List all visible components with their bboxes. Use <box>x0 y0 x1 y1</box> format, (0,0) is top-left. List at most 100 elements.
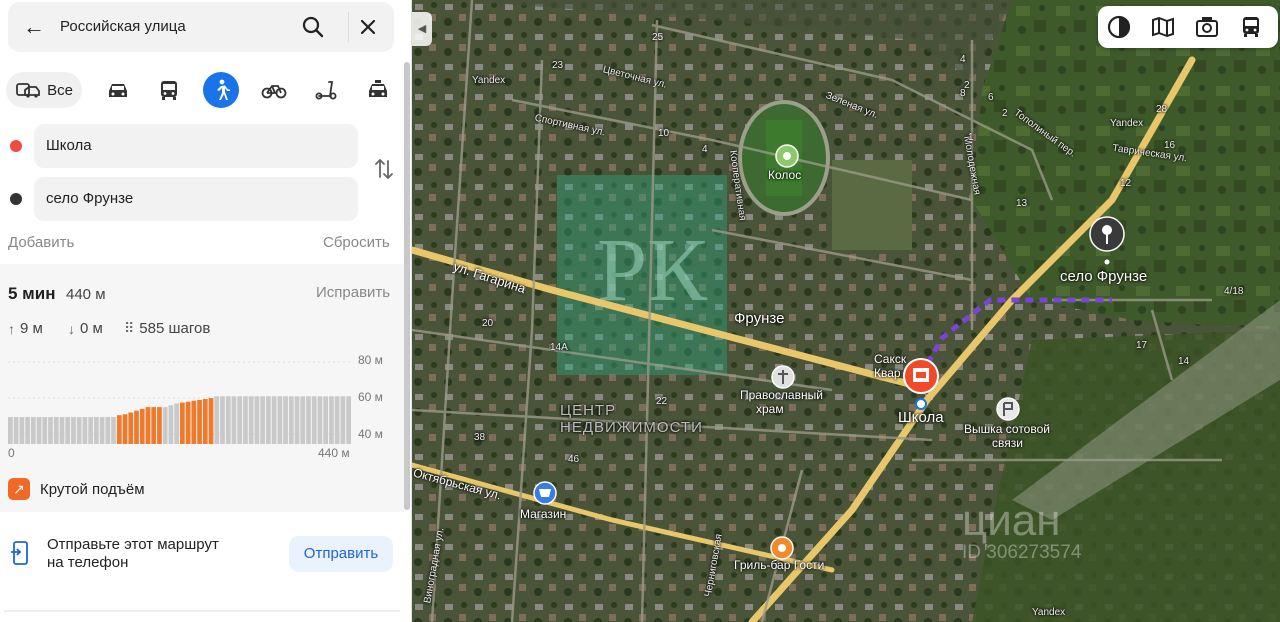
elevation-bar <box>8 417 13 444</box>
elevation-bar-steep <box>128 412 134 444</box>
label-frunze-village[interactable]: село Фрунзе <box>1060 268 1147 285</box>
house-number: 22 <box>656 396 668 407</box>
back-arrow-icon[interactable]: ← <box>22 15 46 39</box>
elevation-bar <box>30 417 36 444</box>
mode-taxi-button[interactable] <box>360 72 396 108</box>
elevation-x-start: 0 <box>8 446 15 460</box>
cian-id-watermark: ID 306273574 <box>962 542 1082 563</box>
elevation-bar-steep <box>122 414 128 444</box>
elevation-bar <box>168 405 174 444</box>
label-shop[interactable]: Магазин <box>520 507 566 521</box>
stadium-poi[interactable] <box>775 144 799 168</box>
elevation-bar <box>283 396 288 444</box>
elevation-bar <box>243 396 248 444</box>
search-bar[interactable]: ← Российская улица <box>8 2 394 52</box>
shop-poi[interactable] <box>533 481 557 505</box>
map-layer-icon[interactable] <box>1106 14 1132 40</box>
elevation-bar <box>220 396 225 444</box>
phone-send-icon <box>10 540 32 568</box>
house-number: 38 <box>474 432 486 443</box>
close-icon[interactable] <box>355 14 381 40</box>
map-types-icon[interactable] <box>1150 14 1176 40</box>
label-frunze-town[interactable]: Фрунзе <box>734 310 784 327</box>
search-query[interactable]: Российская улица <box>60 18 186 35</box>
elevation-bar <box>19 417 25 444</box>
label-church-line1[interactable]: Православный <box>740 388 823 402</box>
to-field[interactable]: село Фрунзе <box>34 177 358 221</box>
route-time: 5 мин <box>8 284 56 303</box>
elevation-bar <box>105 417 111 444</box>
label-kolos[interactable]: Колос <box>768 168 801 182</box>
elevation-bar-steep <box>191 400 197 444</box>
reset-link[interactable]: Сбросить <box>323 234 390 251</box>
elevation-bar <box>53 417 59 444</box>
elevation-x-end: 440 м <box>318 446 350 460</box>
elevation-bar <box>99 417 105 444</box>
tower-poi[interactable] <box>996 397 1020 421</box>
elevation-bar <box>162 407 168 444</box>
house-number: 14А <box>550 342 568 353</box>
elevation-bar <box>346 396 351 444</box>
elevation-profile[interactable] <box>8 354 352 444</box>
elevation-bar-steep <box>202 399 208 444</box>
label-tower-line1[interactable]: Вышка сотовой <box>964 422 1050 436</box>
church-poi[interactable] <box>771 365 795 389</box>
search-divider <box>348 12 349 42</box>
search-icon[interactable] <box>300 14 326 40</box>
label-tower-line2[interactable]: связи <box>992 436 1023 450</box>
house-number: 25 <box>652 32 664 43</box>
descent-value: 0 м <box>80 320 103 337</box>
mode-bus-button[interactable] <box>151 72 187 108</box>
house-number: 17 <box>1136 340 1148 351</box>
from-field[interactable]: Школа <box>34 124 358 168</box>
house-number: 1 <box>968 132 974 143</box>
panorama-camera-icon[interactable] <box>1194 14 1220 40</box>
house-number: 23 <box>552 60 564 71</box>
arrow-up-icon: ↑ <box>8 320 15 337</box>
mode-all-button[interactable]: Все <box>6 72 82 108</box>
route-panel: ← Российская улица Все Школа село Фрунзе… <box>0 0 412 622</box>
send-to-phone: Отправьте этот маршрут на телефон Отправ… <box>0 520 404 586</box>
label-church-line2[interactable]: храм <box>756 402 784 416</box>
house-number: 4/18 <box>1224 286 1244 297</box>
car-icon <box>109 84 127 97</box>
cian-watermark: циан <box>962 496 1061 545</box>
multi-transport-icon <box>16 83 40 98</box>
send-button[interactable]: Отправить <box>289 536 393 572</box>
map-view[interactable]: РК село Фрунзе Фрунзе Колос Школа Правос… <box>412 0 1280 622</box>
elevation-bar <box>277 396 283 444</box>
elevation-bar <box>174 403 179 444</box>
mode-walk-button[interactable] <box>203 72 239 108</box>
elevation-y-label-top: 80 м <box>358 353 383 367</box>
house-number: 6 <box>988 92 994 103</box>
mode-car-button[interactable] <box>100 72 136 108</box>
elevation-bar <box>231 396 237 444</box>
mode-bike-button[interactable] <box>256 72 292 108</box>
elevation-bar <box>59 417 65 444</box>
elevation-bar <box>237 396 243 444</box>
pedestrian-icon <box>217 79 230 100</box>
collapse-panel-button[interactable]: ◀ <box>412 12 432 46</box>
steps-stat: ⠿ 585 шагов <box>124 320 210 337</box>
elevation-bar-steep <box>116 415 122 444</box>
transport-modes: Все <box>6 72 406 110</box>
grill-poi[interactable] <box>770 536 794 560</box>
yandex-watermark-3: Yandex <box>1032 607 1066 618</box>
house-number: 10 <box>658 128 670 139</box>
swap-points-icon[interactable] <box>372 155 396 183</box>
elevation-bar <box>306 396 311 444</box>
elevation-bar <box>340 396 346 444</box>
add-point-link[interactable]: Добавить <box>8 234 74 251</box>
elevation-bar <box>13 417 19 444</box>
route-summary[interactable]: 5 мин 440 м Исправить ↑ 9 м ↓ 0 м ⠿ 585 шаг… <box>0 264 404 512</box>
transit-bus-icon[interactable] <box>1238 14 1264 40</box>
label-school[interactable]: Школа <box>898 409 944 426</box>
steep-climb-note: ↗ Крутой подъём <box>8 478 145 500</box>
elevation-bar-steep <box>180 402 185 444</box>
label-grill[interactable]: Гриль-бар Гости <box>734 558 824 572</box>
panel-scrollbar[interactable] <box>404 62 410 510</box>
ascent-value: 9 м <box>20 320 43 337</box>
mode-scooter-button[interactable] <box>308 72 344 108</box>
edit-route-link[interactable]: Исправить <box>316 284 390 301</box>
elevation-chart <box>8 361 352 444</box>
